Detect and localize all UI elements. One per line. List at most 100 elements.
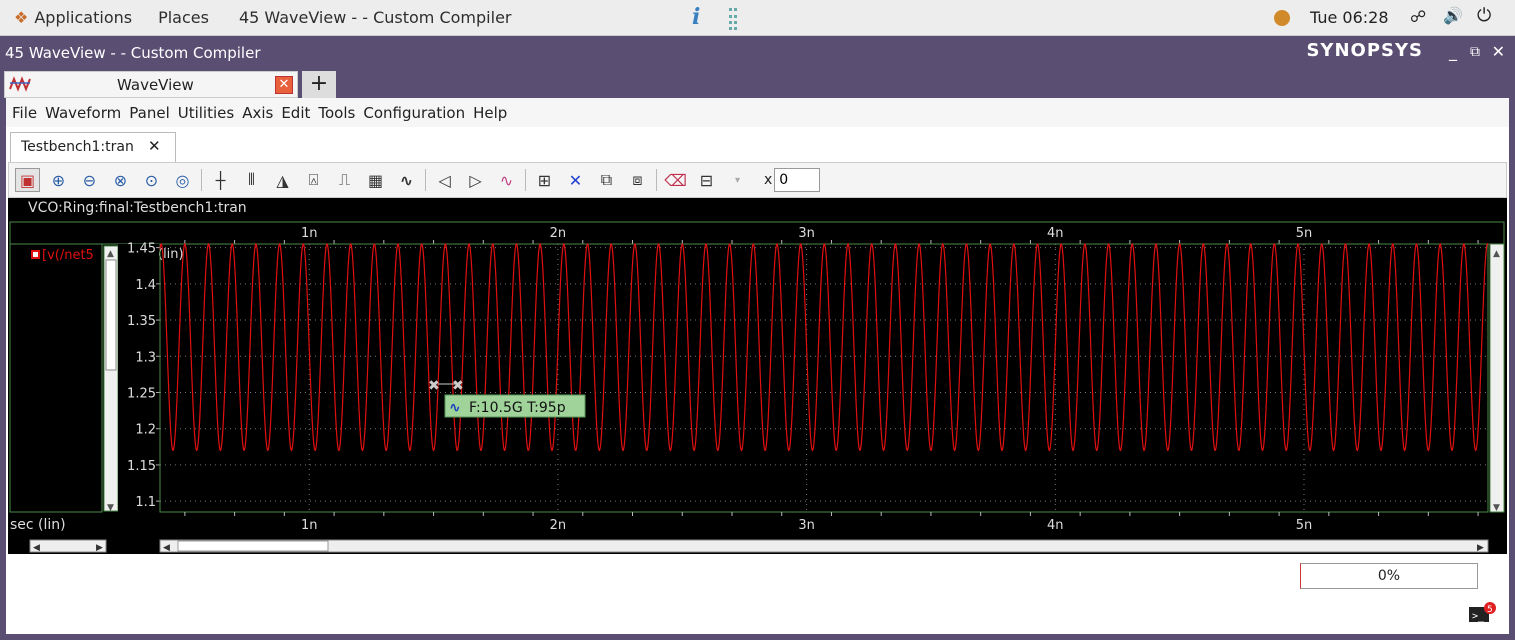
document-tab-close-button[interactable]: ✕ <box>148 137 161 155</box>
x-axis-label: sec (lin) <box>10 517 66 533</box>
horizontal-scrollbar-area[interactable]: ◀ ▶ ◀ ▶ <box>8 538 1490 554</box>
delete-icon[interactable]: ✕ <box>563 168 588 192</box>
label-scrollbar[interactable] <box>29 539 107 553</box>
time-scrollbar-thumb[interactable] <box>177 540 329 552</box>
right-scrollbar[interactable] <box>1489 243 1505 513</box>
new-tab-button[interactable]: + <box>302 71 336 98</box>
document-tab[interactable]: Testbench1:tran ✕ <box>10 132 176 162</box>
menu-tools[interactable]: Tools <box>318 104 355 122</box>
volume-icon[interactable]: 🔊 <box>1443 6 1463 25</box>
signal-list <box>9 243 103 513</box>
crosshair-icon[interactable]: ┼ <box>208 168 233 192</box>
wave-compare-icon[interactable]: ∿ <box>494 168 519 192</box>
keyboard-icon[interactable] <box>729 8 737 30</box>
waveview-logo-icon <box>9 76 31 92</box>
document-tab-label: Testbench1:tran <box>21 139 134 155</box>
restore-button[interactable]: ⧉ <box>1470 44 1480 60</box>
notification-count: 5 <box>1487 605 1493 615</box>
right-scroll-up-icon[interactable]: ▲ <box>1493 249 1500 259</box>
zoom-area-icon[interactable]: ⊗ <box>108 168 133 192</box>
menu-file[interactable]: File <box>12 104 37 122</box>
y-scroll-down-icon[interactable]: ▼ <box>107 503 114 513</box>
marker-start-icon[interactable]: ✖ <box>428 378 440 394</box>
minimize-button[interactable]: _ <box>1449 42 1457 61</box>
right-scroll-down-icon[interactable]: ▼ <box>1493 503 1500 513</box>
y-tick-label: 1.25 <box>127 386 156 401</box>
x-value-label: x <box>764 172 773 188</box>
delta-marker-icon[interactable]: ◮ <box>270 168 295 192</box>
y-tick-label: 1.1 <box>135 495 156 510</box>
applications-menu[interactable]: Applications <box>34 8 132 27</box>
menu-waveform[interactable]: Waveform <box>45 104 121 122</box>
y-tick-label: 1.2 <box>135 423 156 438</box>
bottom-x-tick-label: 1n <box>301 518 318 533</box>
marker-end-icon[interactable]: ✖ <box>452 378 464 394</box>
y-scroll-up-icon[interactable]: ▲ <box>107 249 114 259</box>
panel-layout-icon[interactable]: ⊟ <box>694 168 719 192</box>
zoom-fit-icon[interactable]: ▣ <box>15 168 40 192</box>
menu-edit[interactable]: Edit <box>281 104 310 122</box>
menu-panel[interactable]: Panel <box>129 104 169 122</box>
applications-icon: ❖ <box>14 8 29 27</box>
signal-color-swatch[interactable] <box>31 250 40 259</box>
bottom-x-tick-label: 3n <box>798 518 815 533</box>
eraser-icon[interactable]: ⌫ <box>663 168 688 192</box>
x-value-input[interactable] <box>774 168 821 192</box>
label-scroll-left-icon[interactable]: ◀ <box>33 543 40 553</box>
time-scrollbar[interactable] <box>159 539 1489 553</box>
vertical-markers-icon[interactable]: ⫴ <box>239 168 264 192</box>
toolbar-separator <box>525 169 526 191</box>
notification-tray[interactable]: >_ 5 <box>1468 602 1498 624</box>
signal-name[interactable]: [v(/net5 <box>42 248 94 263</box>
next-icon[interactable]: ▷ <box>463 168 488 192</box>
bottom-x-tick-label: 4n <box>1047 518 1064 533</box>
dropdown-arrow-icon[interactable]: ▾ <box>725 168 750 192</box>
menu-configuration[interactable]: Configuration <box>363 104 465 122</box>
paste-icon[interactable]: ⧈ <box>625 168 650 192</box>
waveview-tab-label: WaveView <box>117 76 194 94</box>
top-x-tick-label: 5n <box>1296 226 1313 241</box>
main-frame: File Waveform Panel Utilities Axis Edit … <box>0 98 1515 640</box>
active-window-title[interactable]: 45 WaveView - - Custom Compiler <box>239 8 512 27</box>
waveview-tab[interactable]: WaveView ✕ <box>4 71 298 98</box>
waveform-panel[interactable]: VCO:Ring:final:Testbench1:tran 1n 2n 3n 4n 5… <box>8 198 1507 554</box>
toolbar-separator <box>656 169 657 191</box>
synopsys-logo: SYNOPSYS <box>1306 40 1423 61</box>
zoom-x-icon[interactable]: ⊙ <box>139 168 164 192</box>
waveform-plot[interactable]: 1n 2n 3n 4n 5n [v(/net5 ▲ ▼ (lin) 1.451.41.3… <box>8 220 1507 538</box>
console-icon[interactable]: >_ 5 <box>1468 602 1498 624</box>
grid-icon[interactable]: ▦ <box>363 168 388 192</box>
copy-icon[interactable]: ⧉ <box>594 168 619 192</box>
menu-utilities[interactable]: Utilities <box>178 104 234 122</box>
info-icon[interactable]: i <box>692 4 700 30</box>
zoom-out-icon[interactable]: ⊖ <box>77 168 102 192</box>
power-icon[interactable]: ⏻ <box>1477 5 1491 26</box>
close-tab-button[interactable]: ✕ <box>275 76 293 94</box>
y-tick-label: 1.15 <box>127 459 156 474</box>
time-scroll-left-icon[interactable]: ◀ <box>163 543 170 553</box>
point-marker-icon[interactable]: ⍓ <box>301 168 326 192</box>
console-prompt-icon: >_ <box>1472 611 1485 622</box>
time-scroll-right-icon[interactable]: ▶ <box>1477 543 1484 553</box>
menu-axis[interactable]: Axis <box>242 104 273 122</box>
top-x-tick-label: 1n <box>301 226 318 241</box>
menu-help[interactable]: Help <box>473 104 507 122</box>
wave-measure-icon[interactable]: ∿ <box>394 168 419 192</box>
toolbar-separator <box>201 169 202 191</box>
select-all-icon[interactable]: ⊞ <box>532 168 557 192</box>
network-icon[interactable]: ☍ <box>1410 7 1426 26</box>
app-tab-strip: WaveView ✕ + <box>0 69 1515 98</box>
previous-icon[interactable]: ◁ <box>432 168 457 192</box>
pulse-measure-icon[interactable]: ⎍ <box>332 168 357 192</box>
top-x-tick-label: 3n <box>798 226 815 241</box>
zoom-in-icon[interactable]: ⊕ <box>46 168 71 192</box>
y-scrollbar-thumb[interactable] <box>105 259 117 371</box>
menu-bar: File Waveform Panel Utilities Axis Edit … <box>6 98 1509 127</box>
places-menu[interactable]: Places <box>158 8 209 27</box>
user-avatar-icon[interactable] <box>1274 10 1290 26</box>
horizontal-scrollbars[interactable]: ◀ ▶ ◀ ▶ <box>8 538 1490 554</box>
clock[interactable]: Tue 06:28 <box>1310 8 1389 27</box>
label-scroll-right-icon[interactable]: ▶ <box>96 543 103 553</box>
close-window-button[interactable]: ✕ <box>1492 42 1505 61</box>
zoom-y-icon[interactable]: ◎ <box>170 168 195 192</box>
